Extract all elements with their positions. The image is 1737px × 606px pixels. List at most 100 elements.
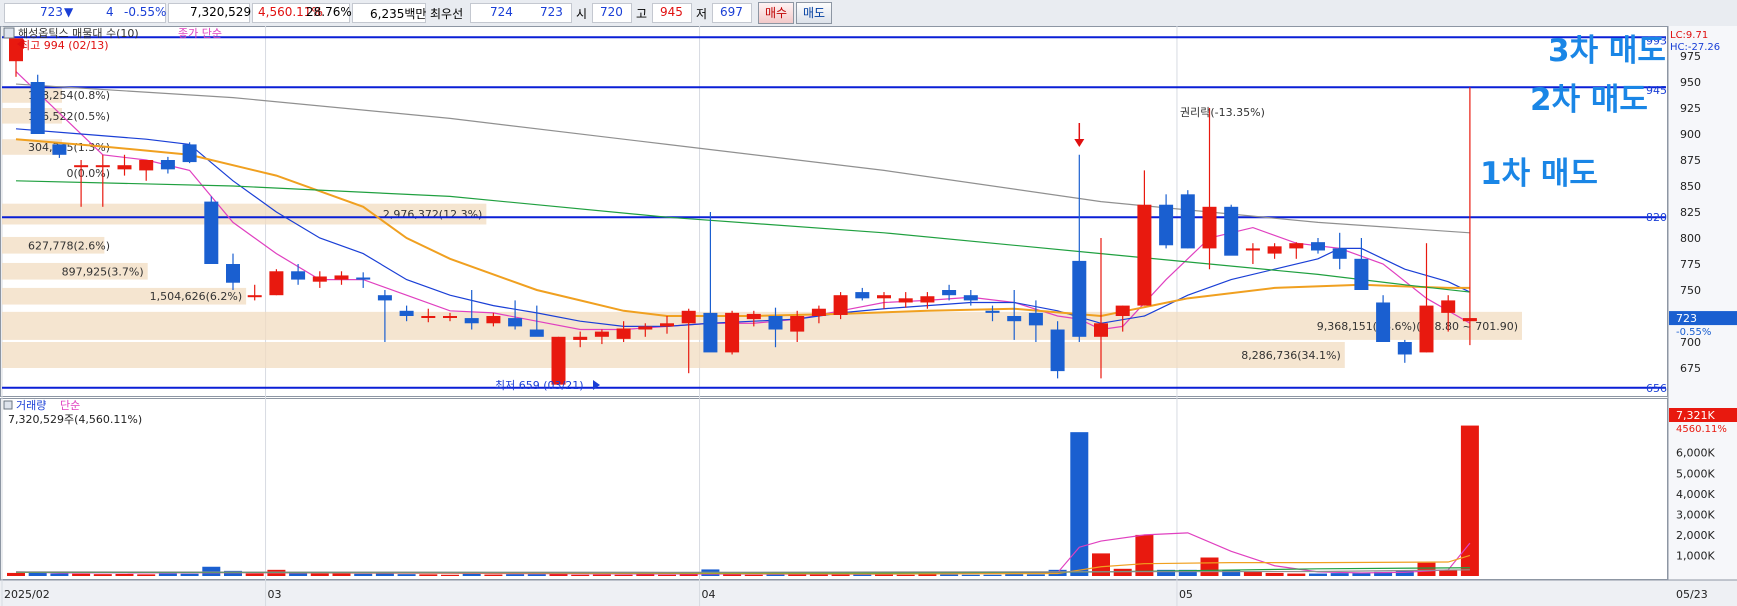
volume-bar	[419, 574, 438, 576]
candle-body	[182, 144, 197, 163]
volume-profile-label: 0(0.0%)	[66, 167, 110, 180]
panel-menu-icon[interactable]	[3, 27, 15, 39]
volume-bar	[93, 574, 112, 576]
current-volume-pct: 4560.11%	[1676, 424, 1727, 435]
candle-body	[1050, 329, 1065, 372]
volume-bar	[1460, 425, 1479, 576]
candle-body	[725, 312, 740, 353]
candle-body	[399, 310, 414, 316]
candle-body	[1462, 318, 1477, 322]
volume-bar	[1005, 574, 1024, 576]
volume-bar	[1265, 572, 1284, 576]
lc-label: LC:9.71	[1670, 30, 1708, 41]
volume-bar	[1417, 562, 1436, 576]
candle-body	[486, 316, 501, 324]
candle-body	[204, 201, 219, 264]
candle-body	[594, 331, 609, 337]
price-ma-legend-label: 종가 단순	[178, 27, 222, 40]
volume-bar	[158, 573, 177, 576]
volume-bar	[658, 574, 676, 576]
turnover-rate: 28.76%	[306, 5, 352, 19]
volume-bar	[1287, 573, 1306, 576]
candle-body	[1311, 242, 1325, 251]
price-panel-title: 해성옵틱스 매물대 수(10)	[18, 26, 139, 40]
candle-body	[443, 316, 457, 318]
sell-annotation-3: 3차 매도	[1548, 33, 1666, 69]
price-tick-label: 800	[1680, 232, 1701, 245]
volume-value: 7,320,529	[190, 5, 252, 19]
x-tick-label: 05	[1179, 588, 1193, 601]
candle-body	[1354, 258, 1369, 290]
candle-body	[1202, 206, 1217, 249]
candle-body	[963, 295, 978, 301]
level-label: 820	[1646, 211, 1667, 224]
high-price: 945	[660, 5, 683, 19]
price-tick-label: 950	[1680, 76, 1701, 89]
candle-body	[1137, 204, 1152, 306]
volume-bar	[1026, 574, 1045, 576]
candle-body	[768, 316, 783, 330]
candle-body	[291, 271, 306, 280]
candle-body	[638, 326, 653, 330]
candle-body	[746, 313, 761, 320]
hc-label: HC:-27.26	[1670, 42, 1720, 53]
high-label: 고	[636, 7, 648, 21]
volume-bar	[896, 574, 915, 576]
candle-body	[1159, 204, 1174, 246]
volume-bar	[592, 574, 611, 576]
volume-bar	[332, 573, 351, 576]
candle-body	[269, 271, 284, 296]
candle-body	[117, 165, 132, 170]
volume-bar	[636, 574, 655, 576]
volume-bar	[744, 574, 763, 576]
candle-body	[1419, 305, 1434, 353]
volume-bar	[1243, 571, 1262, 576]
volume-bar	[397, 574, 416, 576]
volume-bar	[50, 573, 69, 576]
current-volume-value: 7,321K	[1676, 409, 1715, 422]
volume-tick-label: 2,000K	[1676, 529, 1715, 542]
candle-body	[334, 275, 349, 280]
candle-body	[573, 336, 588, 340]
buy-button[interactable]: 매수	[758, 2, 794, 24]
x-tick-label: 2025/02	[4, 588, 50, 601]
volume-bar	[506, 574, 525, 576]
volume-tick-label: 4,000K	[1676, 488, 1715, 501]
all-time-high-label: 최고 994 (02/13)	[20, 39, 109, 52]
candle-body	[1267, 246, 1282, 254]
price-tick-label: 900	[1680, 128, 1701, 141]
candle-body	[1072, 260, 1087, 337]
candle-body	[1180, 194, 1195, 249]
volume-bar	[354, 573, 373, 576]
candle-body	[877, 295, 891, 299]
volume-profile-label: 8,286,736(34.1%)	[1241, 349, 1341, 362]
volume-bar	[115, 573, 134, 576]
candle-body	[464, 318, 479, 324]
candle-body	[1224, 206, 1239, 256]
sell-annotation-1: 1차 매도	[1480, 156, 1598, 192]
sell-button[interactable]: 매도	[796, 2, 832, 24]
volume-bar	[484, 574, 503, 576]
volume-bar	[1439, 570, 1458, 576]
volume-bar	[245, 573, 264, 576]
x-tick-label: 03	[268, 588, 282, 601]
candle-body	[508, 318, 523, 327]
candle-body	[660, 323, 674, 327]
candle-body	[160, 160, 175, 170]
volume-ma-legend-label: 단순	[60, 399, 80, 412]
stock-chart[interactable]: 198,254(0.8%)136,522(0.5%)304,345(1.3%)0…	[0, 26, 1737, 606]
volume-panel-menu-icon[interactable]	[3, 400, 13, 410]
price-tick-label: 750	[1680, 284, 1701, 297]
best-ask: 724	[490, 5, 513, 19]
volume-tick-label: 3,000K	[1676, 508, 1715, 521]
candle-body	[74, 165, 89, 168]
x-tick-label: 05/23	[1676, 588, 1708, 601]
down-arrow-icon: ▼	[64, 5, 74, 19]
best-bid: 723	[540, 5, 563, 19]
price-tick-label: 850	[1680, 180, 1701, 193]
volume-tick-label: 6,000K	[1676, 447, 1715, 460]
volume-bar	[614, 574, 633, 576]
volume-bar	[1200, 557, 1219, 576]
price-tick-label: 925	[1680, 102, 1701, 115]
volume-profile-label: 2,976,372(12.3%)	[383, 208, 483, 221]
